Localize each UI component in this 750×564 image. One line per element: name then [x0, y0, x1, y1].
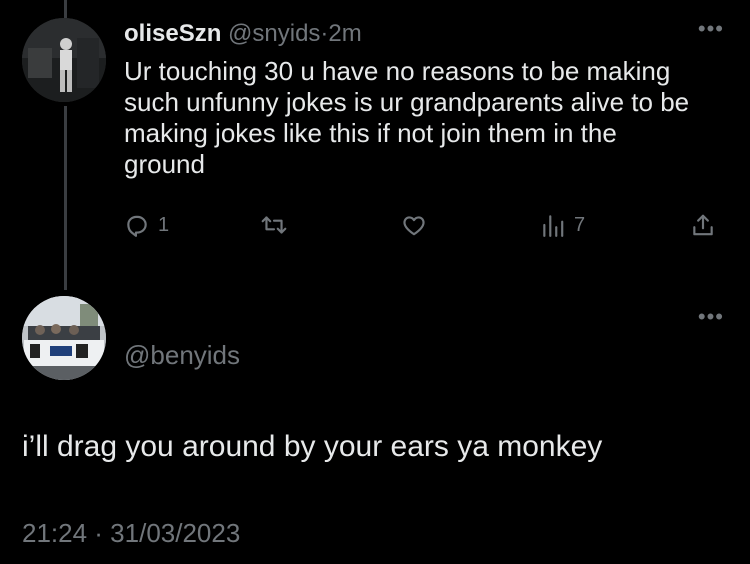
thread-line-top	[64, 0, 67, 18]
avatar-photo-icon	[22, 296, 106, 380]
reply-action-button[interactable]: 1	[124, 212, 169, 238]
bar-chart-icon	[543, 215, 564, 237]
reply-time[interactable]: 2m	[328, 20, 361, 47]
reply-action-bar: 1 7	[0, 212, 750, 248]
views-button[interactable]: 7	[540, 212, 585, 238]
main-tweet-text: i’ll drag you around by your ears ya mon…	[22, 430, 603, 463]
reply-text: Ur touching 30 u have no reasons to be m…	[124, 56, 690, 179]
main-handle[interactable]: @benyids	[124, 340, 240, 371]
share-icon	[693, 214, 713, 236]
reply-handle[interactable]: @snyids	[228, 20, 320, 47]
thread-line	[64, 106, 67, 290]
view-count: 7	[574, 213, 586, 236]
main-avatar[interactable]	[22, 296, 106, 380]
heart-icon	[403, 216, 425, 236]
like-button[interactable]	[400, 212, 428, 238]
avatar-photo-icon	[22, 18, 106, 102]
reply-header: oliseSzn @snyids·2m	[124, 20, 362, 48]
reply-count: 1	[158, 213, 170, 236]
speech-bubble-icon	[127, 215, 147, 237]
retweet-button[interactable]	[260, 212, 288, 238]
reply-avatar[interactable]	[22, 18, 106, 102]
retweet-icon	[261, 216, 287, 234]
main-more-button[interactable]: •••	[698, 306, 724, 328]
share-button[interactable]	[690, 212, 716, 238]
main-tweet-timestamp[interactable]: 21:24 · 31/03/2023	[22, 518, 240, 549]
reply-display-name[interactable]: oliseSzn	[124, 20, 221, 47]
reply-more-button[interactable]: •••	[698, 18, 724, 40]
